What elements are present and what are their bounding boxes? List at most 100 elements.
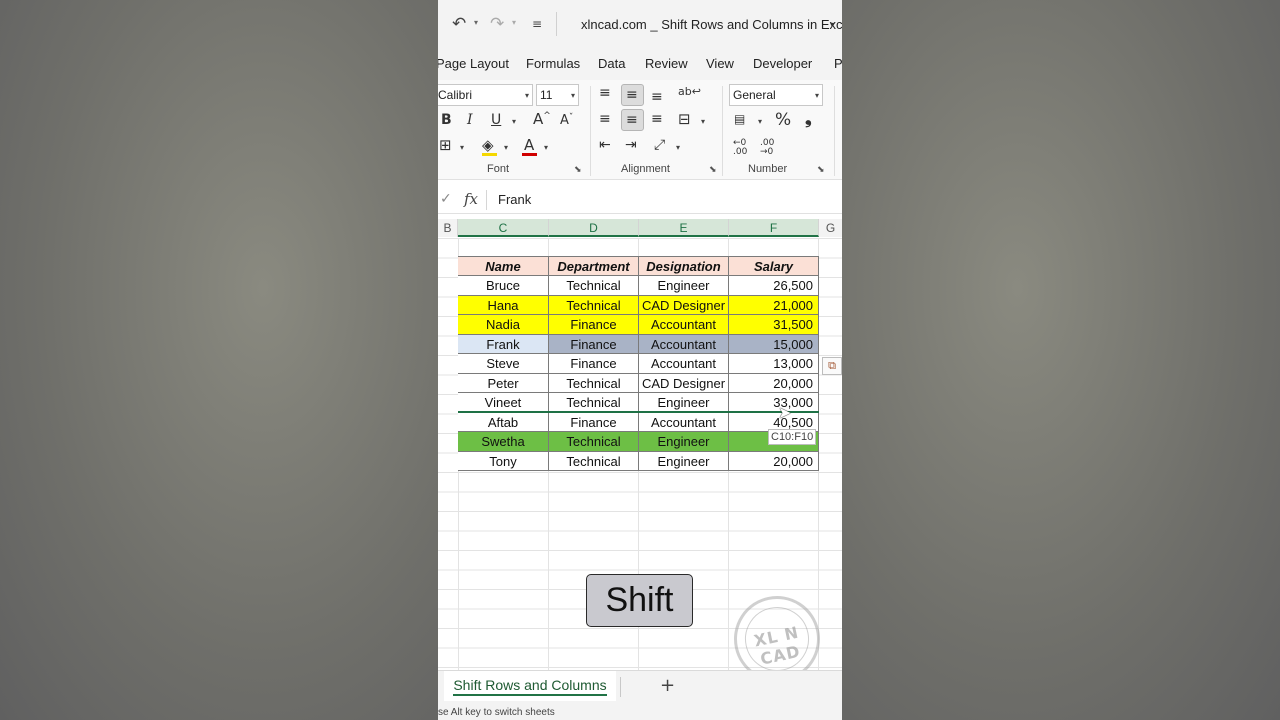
cell-department[interactable]: Finance bbox=[549, 412, 639, 432]
underline-button[interactable]: U bbox=[491, 113, 501, 127]
cell-designation[interactable]: Engineer bbox=[639, 432, 729, 452]
grow-font-button[interactable]: A^ bbox=[533, 112, 551, 127]
accounting-format-icon[interactable]: ▤ bbox=[734, 113, 745, 125]
increase-indent-icon[interactable]: ⇥ bbox=[625, 138, 637, 152]
cell-salary[interactable]: 13,000 bbox=[729, 354, 819, 374]
cell-name[interactable]: Vineet bbox=[458, 393, 549, 413]
tab-review[interactable]: Review bbox=[645, 56, 688, 71]
cell-designation[interactable]: Accountant bbox=[639, 354, 729, 374]
middle-align-icon[interactable]: ≡ bbox=[621, 84, 644, 106]
orientation-dropdown-icon[interactable]: ▾ bbox=[676, 143, 680, 152]
accounting-dropdown-icon[interactable]: ▾ bbox=[758, 117, 762, 126]
fill-color-icon[interactable]: ◈ bbox=[482, 138, 494, 153]
header-cell-designation[interactable]: Designation bbox=[639, 256, 729, 276]
borders-icon[interactable]: ⊞ bbox=[439, 138, 452, 153]
cell-designation[interactable]: Engineer bbox=[639, 393, 729, 413]
check-icon[interactable]: ✓ bbox=[440, 191, 452, 207]
tab-data[interactable]: Data bbox=[598, 56, 625, 71]
tab-developer[interactable]: Developer bbox=[753, 56, 812, 71]
undo-icon[interactable]: ↶ bbox=[452, 14, 466, 34]
tab-formulas[interactable]: Formulas bbox=[526, 56, 580, 71]
cell-salary[interactable]: 26,500 bbox=[729, 276, 819, 296]
bottom-align-icon[interactable]: ≡ bbox=[651, 90, 663, 104]
merge-center-icon[interactable]: ⊟ bbox=[678, 112, 691, 127]
comma-style-button[interactable]: ❟ bbox=[805, 111, 812, 128]
add-sheet-button[interactable]: + bbox=[660, 675, 675, 696]
cell-designation[interactable]: Accountant bbox=[639, 315, 729, 335]
column-header-b[interactable]: B bbox=[438, 219, 458, 237]
column-header-f[interactable]: F bbox=[729, 219, 819, 237]
cell-designation[interactable]: Accountant bbox=[639, 412, 729, 432]
column-header-d[interactable]: D bbox=[549, 219, 639, 237]
cell-department[interactable]: Finance bbox=[549, 334, 639, 354]
insert-function-button[interactable]: fx bbox=[464, 190, 478, 208]
cell-name[interactable]: Bruce bbox=[458, 276, 549, 296]
cell-department[interactable]: Technical bbox=[549, 373, 639, 393]
cell-designation[interactable]: Accountant bbox=[639, 334, 729, 354]
tab-page-layout[interactable]: Page Layout bbox=[438, 56, 509, 71]
cell-salary[interactable]: 33,000 bbox=[729, 393, 819, 413]
redo-dropdown-icon[interactable]: ▾ bbox=[512, 18, 516, 27]
cell-salary[interactable]: 31,500 bbox=[729, 315, 819, 335]
column-header-e[interactable]: E bbox=[639, 219, 729, 237]
cell-department[interactable]: Technical bbox=[549, 393, 639, 413]
cell-designation[interactable]: CAD Designer bbox=[639, 373, 729, 393]
align-left-icon[interactable]: ≡ bbox=[599, 112, 611, 126]
cell-name[interactable]: Aftab bbox=[458, 412, 549, 432]
redo-icon[interactable]: ↷ bbox=[490, 14, 504, 34]
cell-name[interactable]: Hana bbox=[458, 295, 549, 315]
header-cell-salary[interactable]: Salary bbox=[729, 256, 819, 276]
header-cell-department[interactable]: Department bbox=[549, 256, 639, 276]
font-color-button[interactable]: A bbox=[524, 138, 534, 153]
cell-department[interactable]: Technical bbox=[549, 295, 639, 315]
cell-department[interactable]: Technical bbox=[549, 451, 639, 471]
header-cell-name[interactable]: Name bbox=[458, 256, 549, 276]
bold-button[interactable]: B bbox=[441, 113, 452, 127]
cell-salary[interactable]: 20,000 bbox=[729, 373, 819, 393]
number-dialog-launcher-icon[interactable]: ⬊ bbox=[817, 165, 825, 175]
font-size-select[interactable]: 11 ▾ bbox=[536, 84, 579, 106]
alignment-dialog-launcher-icon[interactable]: ⬊ bbox=[709, 165, 717, 175]
top-align-icon[interactable]: ≡ bbox=[599, 86, 611, 100]
font-color-dropdown-icon[interactable]: ▾ bbox=[544, 143, 548, 152]
font-name-select[interactable]: Calibri ▾ bbox=[438, 84, 533, 106]
font-dialog-launcher-icon[interactable]: ⬊ bbox=[574, 165, 582, 175]
column-header-c[interactable]: C bbox=[458, 219, 549, 237]
cell-department[interactable]: Finance bbox=[549, 354, 639, 374]
cell-name[interactable]: Nadia bbox=[458, 315, 549, 335]
customize-quick-access-icon[interactable]: ≡ bbox=[532, 17, 542, 31]
undo-dropdown-icon[interactable]: ▾ bbox=[474, 18, 478, 27]
column-header-g[interactable]: G bbox=[819, 219, 842, 237]
title-dropdown-icon[interactable]: ▾ bbox=[830, 20, 834, 29]
decrease-indent-icon[interactable]: ⇤ bbox=[599, 138, 611, 152]
align-center-icon[interactable]: ≡ bbox=[621, 109, 644, 131]
cell-salary[interactable]: 21,000 bbox=[729, 295, 819, 315]
cell-salary[interactable]: 20,000 bbox=[729, 451, 819, 471]
cell-name[interactable]: Peter bbox=[458, 373, 549, 393]
decrease-decimal-icon[interactable]: .00 →0 bbox=[760, 139, 774, 157]
cell-department[interactable]: Technical bbox=[549, 276, 639, 296]
tab-partial[interactable]: P bbox=[834, 56, 842, 71]
tab-view[interactable]: View bbox=[706, 56, 734, 71]
borders-dropdown-icon[interactable]: ▾ bbox=[460, 143, 464, 152]
cell-name[interactable]: Frank bbox=[458, 334, 549, 354]
cell-designation[interactable]: Engineer bbox=[639, 451, 729, 471]
underline-dropdown-icon[interactable]: ▾ bbox=[512, 117, 516, 126]
orientation-icon[interactable]: ⤢ bbox=[654, 138, 665, 152]
percent-style-button[interactable]: % bbox=[775, 112, 791, 129]
paste-options-icon[interactable]: ⧉ bbox=[822, 357, 842, 375]
merge-dropdown-icon[interactable]: ▾ bbox=[701, 117, 705, 126]
sheet-tab-active[interactable]: Shift Rows and Columns bbox=[444, 671, 616, 701]
cell-name[interactable]: Tony bbox=[458, 451, 549, 471]
cell-name[interactable]: Swetha bbox=[458, 432, 549, 452]
italic-button[interactable]: I bbox=[467, 113, 473, 127]
increase-decimal-icon[interactable]: ←0.00 bbox=[733, 139, 747, 157]
number-format-select[interactable]: General ▾ bbox=[729, 84, 823, 106]
cell-salary[interactable]: 15,000 bbox=[729, 334, 819, 354]
formula-input[interactable]: Frank bbox=[498, 192, 531, 207]
wrap-orientation-icon[interactable]: ab↩ bbox=[678, 86, 701, 97]
cell-designation[interactable]: CAD Designer bbox=[639, 295, 729, 315]
cell-name[interactable]: Steve bbox=[458, 354, 549, 374]
shrink-font-button[interactable]: Aˇ bbox=[560, 114, 573, 128]
cell-department[interactable]: Technical bbox=[549, 432, 639, 452]
